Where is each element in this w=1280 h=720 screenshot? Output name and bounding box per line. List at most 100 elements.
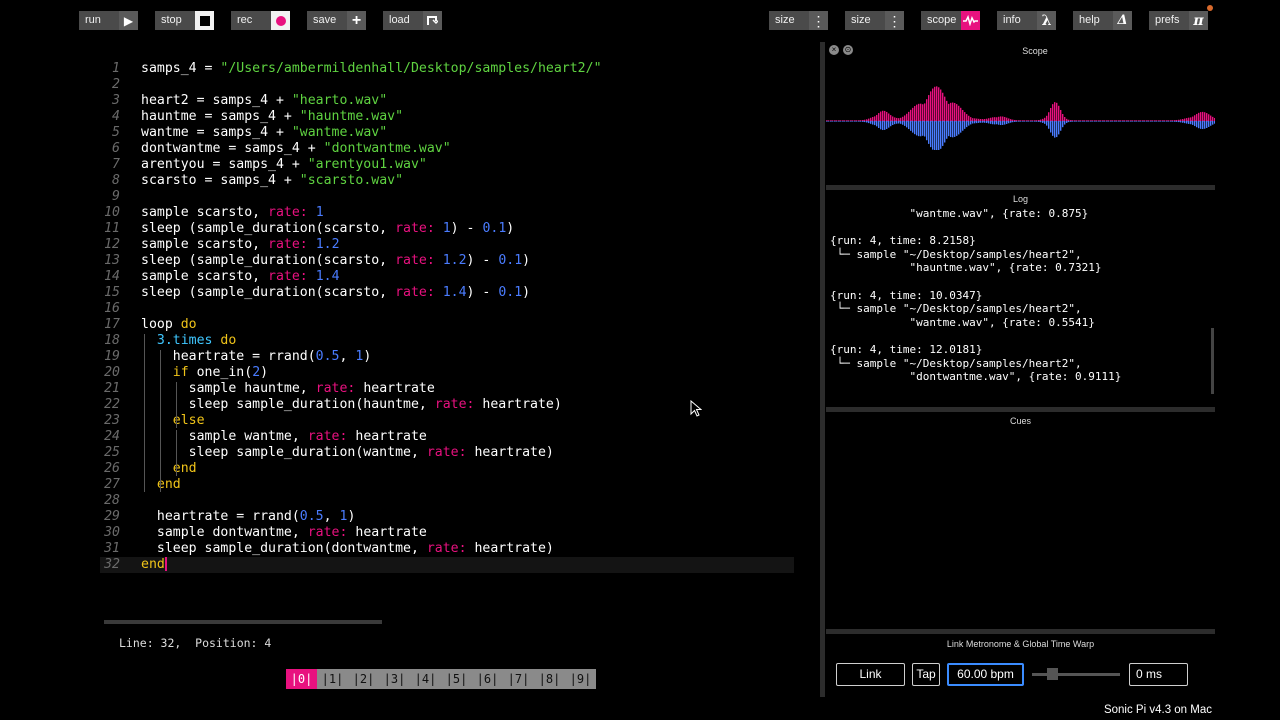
log-line: └─ sample "~/Desktop/samples/heart2",	[830, 302, 1082, 316]
code-token: sleep sample_duration(hauntme,	[141, 397, 435, 412]
code-line[interactable]: 9	[100, 189, 794, 205]
code-token: "hauntme.wav"	[299, 109, 404, 124]
code-token: arentyou = samps_4 +	[141, 157, 308, 172]
scope-label: scope	[921, 11, 961, 30]
size-increase-button[interactable]: size ⋮	[845, 11, 904, 30]
code-line[interactable]: 24 sample wantme, rate: heartrate	[100, 429, 794, 445]
code-line[interactable]: 25 sleep sample_duration(wantme, rate: h…	[100, 445, 794, 461]
code-line[interactable]: 1 samps_4 = "/Users/ambermildenhall/Deskt…	[100, 61, 794, 77]
code-token: 1.4	[315, 269, 340, 284]
line-number: 16	[104, 301, 120, 316]
code-line[interactable]: 18 3.times do	[100, 333, 794, 349]
buffer-tab-6[interactable]: |6|	[472, 669, 503, 689]
buffer-tab-3[interactable]: |3|	[379, 669, 410, 689]
panel-splitter[interactable]	[820, 42, 825, 697]
cues-metronome-splitter[interactable]	[826, 629, 1215, 634]
code-line[interactable]: 29 heartrate = rrand(0.5, 1)	[100, 509, 794, 525]
code-line[interactable]: 32 end	[100, 557, 794, 573]
code-line[interactable]: 16	[100, 301, 794, 317]
line-number: 13	[104, 253, 120, 268]
rec-button[interactable]: rec	[231, 11, 290, 30]
buffer-tab-9[interactable]: |9|	[565, 669, 596, 689]
code-line[interactable]: 3 heart2 = samps_4 + "hearto.wav"	[100, 93, 794, 109]
log-line: └─ sample "~/Desktop/samples/heart2",	[830, 356, 1082, 370]
buffer-tab-8[interactable]: |8|	[534, 669, 565, 689]
log-scrollbar[interactable]	[1211, 328, 1214, 394]
buffer-tab-5[interactable]: |5|	[441, 669, 472, 689]
line-number: 28	[104, 493, 120, 508]
code-token: rate:	[434, 397, 483, 412]
code-token: 1.4	[442, 285, 467, 300]
scope-button[interactable]: scope	[921, 11, 980, 30]
tap-button[interactable]: Tap	[912, 663, 940, 686]
time-warp-slider-handle[interactable]	[1047, 668, 1058, 680]
code-line[interactable]: 19 heartrate = rrand(0.5, 1)	[100, 349, 794, 365]
code-line[interactable]: 20 if one_in(2)	[100, 365, 794, 381]
code-token: one_in(	[188, 365, 253, 380]
code-line[interactable]: 6 dontwantme = samps_4 + "dontwantme.wav"	[100, 141, 794, 157]
cursor-position-status: Line: 32, Position: 4	[119, 636, 272, 650]
code-token: "hearto.wav"	[291, 93, 388, 108]
info-button[interactable]: info λ	[997, 11, 1056, 30]
code-line[interactable]: 21 sample hauntme, rate: heartrate	[100, 381, 794, 397]
code-line[interactable]: 31 sleep sample_duration(dontwantme, rat…	[100, 541, 794, 557]
save-button[interactable]: save +	[307, 11, 366, 30]
code-line[interactable]: 30 sample dontwantme, rate: heartrate	[100, 525, 794, 541]
code-line[interactable]: 2	[100, 77, 794, 93]
code-token: ) -	[466, 253, 499, 268]
time-warp-field[interactable]: 0 ms	[1129, 663, 1188, 686]
code-line[interactable]: 10 sample scarsto, rate: 1	[100, 205, 794, 221]
code-editor[interactable]: 1 samps_4 = "/Users/ambermildenhall/Deskt…	[100, 60, 798, 580]
code-line[interactable]: 11 sleep (sample_duration(scarsto, rate: …	[100, 221, 794, 237]
link-button[interactable]: Link	[836, 663, 905, 686]
line-number: 31	[104, 541, 120, 556]
code-token: heartrate)	[474, 445, 554, 460]
code-line[interactable]: 26 end	[100, 461, 794, 477]
code-line[interactable]: 17 loop do	[100, 317, 794, 333]
prefs-button[interactable]: prefs π	[1149, 11, 1208, 30]
code-line[interactable]: 13 sleep (sample_duration(scarsto, rate: …	[100, 253, 794, 269]
code-line[interactable]: 14 sample scarsto, rate: 1.4	[100, 269, 794, 285]
code-line[interactable]: 28	[100, 493, 794, 509]
buffer-tab-2[interactable]: |2|	[348, 669, 379, 689]
time-warp-slider[interactable]	[1032, 673, 1120, 676]
code-line[interactable]: 5 wantme = samps_4 + "wantme.wav"	[100, 125, 794, 141]
log-cues-splitter[interactable]	[826, 407, 1215, 412]
buffer-tab-0[interactable]: |0|	[286, 669, 317, 689]
code-line[interactable]: 12 sample scarsto, rate: 1.2	[100, 237, 794, 253]
line-number: 14	[104, 269, 120, 284]
log-line: "wantme.wav", {rate: 0.5541}	[830, 315, 1095, 329]
bpm-field[interactable]: 60.00 bpm	[947, 663, 1024, 686]
line-number: 32	[104, 557, 120, 572]
line-number: 4	[112, 109, 120, 124]
code-token: sample scarsto,	[141, 237, 269, 252]
code-line[interactable]: 4 hauntme = samps_4 + "hauntme.wav"	[100, 109, 794, 125]
text-caret	[164, 557, 167, 571]
scope-log-splitter[interactable]	[826, 185, 1215, 190]
editor-horizontal-scrollbar[interactable]	[104, 620, 382, 624]
code-token: ) -	[466, 285, 499, 300]
load-arrow-icon	[423, 11, 442, 30]
code-token: rate:	[315, 381, 364, 396]
code-line[interactable]: 8 scarsto = samps_4 + "scarsto.wav"	[100, 173, 794, 189]
line-number: 18	[104, 333, 120, 348]
code-token: do	[220, 333, 237, 348]
run-button[interactable]: run ▶	[79, 11, 138, 30]
log-output: "wantme.wav", {rate: 0.875} {run: 4, tim…	[830, 207, 1210, 405]
code-line[interactable]: 27 end	[100, 477, 794, 493]
code-line[interactable]: 15 sleep (sample_duration(scarsto, rate: …	[100, 285, 794, 301]
code-token: rate:	[307, 429, 356, 444]
help-button[interactable]: help Δ	[1073, 11, 1132, 30]
stop-button[interactable]: stop	[155, 11, 214, 30]
load-button[interactable]: load	[383, 11, 442, 30]
code-token: heartrate = rrand(	[141, 349, 316, 364]
rec-label: rec	[231, 11, 271, 30]
code-line[interactable]: 7 arentyou = samps_4 + "arentyou1.wav"	[100, 157, 794, 173]
buffer-tab-4[interactable]: |4|	[410, 669, 441, 689]
plus-icon: +	[347, 11, 366, 30]
buffer-tab-1[interactable]: |1|	[317, 669, 348, 689]
buffer-tab-7[interactable]: |7|	[503, 669, 534, 689]
size-decrease-button[interactable]: size ⋮	[769, 11, 828, 30]
